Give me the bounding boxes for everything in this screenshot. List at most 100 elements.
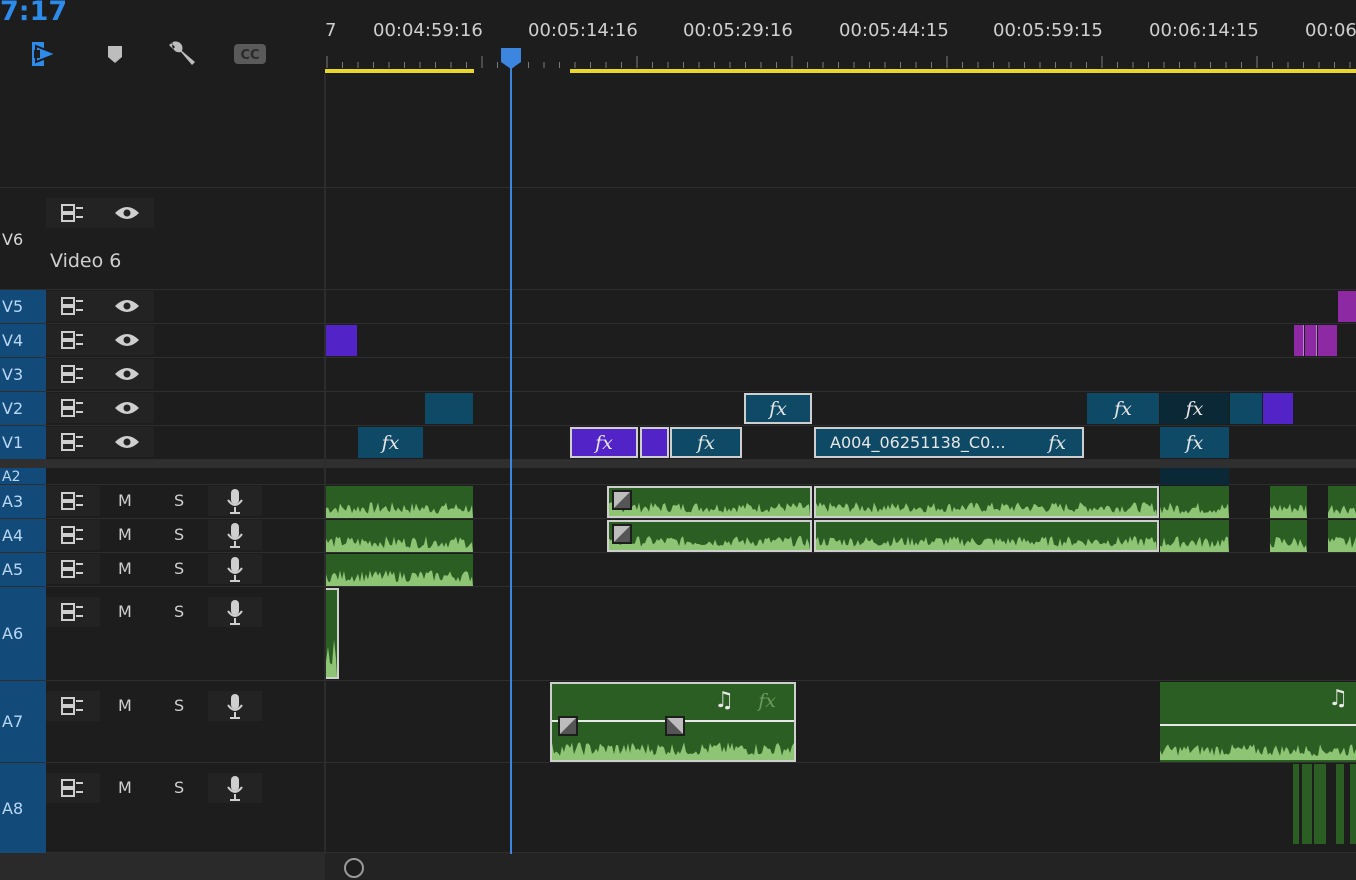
transition-icon[interactable] <box>558 716 578 736</box>
audio-clip[interactable] <box>814 486 1159 518</box>
video-clip[interactable] <box>1294 325 1304 356</box>
playhead-line[interactable] <box>510 68 512 854</box>
audio-clip[interactable] <box>1336 764 1344 844</box>
volume-line[interactable] <box>1160 724 1356 726</box>
audio-clip[interactable] <box>326 520 473 552</box>
sync-lock-icon[interactable] <box>46 554 100 584</box>
sync-lock-icon[interactable] <box>46 691 100 721</box>
microphone-icon[interactable] <box>208 486 262 516</box>
track-label-v3[interactable]: V3 <box>0 358 46 391</box>
track-label-v1[interactable]: V1 <box>0 426 46 459</box>
solo-button[interactable]: S <box>174 559 184 578</box>
eye-icon[interactable] <box>100 393 154 423</box>
mute-button[interactable]: M <box>118 491 132 510</box>
video-audio-divider[interactable] <box>0 460 1356 468</box>
audio-clip[interactable] <box>1270 520 1307 552</box>
track-name-v6[interactable]: Video 6 <box>50 250 121 272</box>
audio-clip[interactable] <box>326 486 473 518</box>
track-label-v4[interactable]: V4 <box>0 324 46 357</box>
eye-icon[interactable] <box>100 427 154 457</box>
track-label-a4[interactable]: A4 <box>0 519 46 552</box>
video-clip[interactable]: fx <box>1160 427 1229 458</box>
video-clip[interactable] <box>1263 393 1293 424</box>
audio-clip[interactable] <box>1328 486 1356 518</box>
video-clip[interactable] <box>1305 325 1317 356</box>
audio-clip[interactable] <box>326 554 473 586</box>
video-clip[interactable]: fx <box>570 427 638 458</box>
audio-clip[interactable] <box>1350 764 1356 844</box>
audio-clip-sliver[interactable] <box>1160 468 1229 485</box>
track-label-v6[interactable]: V6 <box>0 188 46 290</box>
microphone-icon[interactable] <box>208 520 262 550</box>
work-area-bar[interactable] <box>570 69 1356 73</box>
sync-lock-icon[interactable] <box>46 486 100 516</box>
sync-lock-icon[interactable] <box>46 393 100 423</box>
track-label-v5[interactable]: V5 <box>0 290 46 323</box>
video-clip[interactable] <box>1338 291 1356 322</box>
audio-clip[interactable] <box>1160 486 1229 518</box>
transition-icon[interactable] <box>665 716 685 736</box>
track-label-a7[interactable]: A7 <box>0 681 46 762</box>
sync-lock-icon[interactable] <box>46 427 100 457</box>
solo-button[interactable]: S <box>174 525 184 544</box>
video-clip[interactable]: fx <box>744 393 812 424</box>
microphone-icon[interactable] <box>208 773 262 803</box>
current-timecode[interactable]: 7:17 <box>0 0 67 27</box>
solo-button[interactable]: S <box>174 602 184 621</box>
video-clip[interactable] <box>1318 325 1337 356</box>
sync-lock-icon[interactable] <box>46 325 100 355</box>
track-label-a8[interactable]: A8 <box>0 763 46 853</box>
audio-clip[interactable] <box>1160 520 1229 552</box>
video-clip[interactable]: fx <box>1087 393 1159 424</box>
audio-clip[interactable] <box>1302 764 1312 844</box>
horizontal-scrollbar[interactable] <box>0 853 1356 880</box>
mute-button[interactable]: M <box>118 559 132 578</box>
video-clip[interactable] <box>326 325 357 356</box>
microphone-icon[interactable] <box>208 554 262 584</box>
wrench-icon[interactable] <box>164 40 200 68</box>
sync-lock-icon[interactable] <box>46 773 100 803</box>
mute-button[interactable]: M <box>118 696 132 715</box>
sync-lock-icon[interactable] <box>46 291 100 321</box>
sync-lock-icon[interactable] <box>46 520 100 550</box>
zoom-scroll-handle[interactable] <box>344 858 364 878</box>
eye-icon[interactable] <box>100 325 154 355</box>
solo-button[interactable]: S <box>174 696 184 715</box>
audio-clip[interactable] <box>1270 486 1307 518</box>
eye-icon[interactable] <box>100 198 154 228</box>
solo-button[interactable]: S <box>174 778 184 797</box>
video-clip[interactable] <box>425 393 473 424</box>
track-label-a2[interactable]: A2 <box>0 468 46 484</box>
snap-icon[interactable] <box>28 40 64 68</box>
video-clip-named[interactable]: A004_06251138_C0... fx <box>814 427 1084 458</box>
video-clip[interactable]: fx <box>670 427 742 458</box>
audio-clip[interactable] <box>1328 520 1356 552</box>
video-clip[interactable] <box>1230 393 1262 424</box>
captions-icon[interactable]: CC <box>232 40 268 68</box>
transition-icon[interactable] <box>612 524 632 544</box>
track-label-a5[interactable]: A5 <box>0 553 46 586</box>
sync-lock-icon[interactable] <box>46 359 100 389</box>
audio-clip[interactable] <box>1293 764 1299 844</box>
mute-button[interactable]: M <box>118 778 132 797</box>
microphone-icon[interactable] <box>208 597 262 627</box>
sync-lock-icon[interactable] <box>46 198 100 228</box>
audio-clip[interactable] <box>1314 764 1326 844</box>
audio-clip[interactable] <box>607 520 812 552</box>
playhead-handle[interactable] <box>499 46 523 70</box>
track-label-a6[interactable]: A6 <box>0 587 46 680</box>
microphone-icon[interactable] <box>208 691 262 721</box>
eye-icon[interactable] <box>100 291 154 321</box>
track-label-v2[interactable]: V2 <box>0 392 46 425</box>
sync-lock-icon[interactable] <box>46 597 100 627</box>
time-ruler[interactable]: 7 00:04:59:16 00:05:14:16 00:05:29:16 00… <box>325 0 1356 74</box>
mute-button[interactable]: M <box>118 602 132 621</box>
work-area-bar[interactable] <box>325 69 474 73</box>
transition-icon[interactable] <box>612 490 632 510</box>
audio-clip[interactable] <box>814 520 1159 552</box>
solo-button[interactable]: S <box>174 491 184 510</box>
marker-icon[interactable] <box>102 40 128 68</box>
mute-button[interactable]: M <box>118 525 132 544</box>
audio-clip[interactable] <box>607 486 812 518</box>
video-clip[interactable]: fx <box>1160 393 1229 424</box>
